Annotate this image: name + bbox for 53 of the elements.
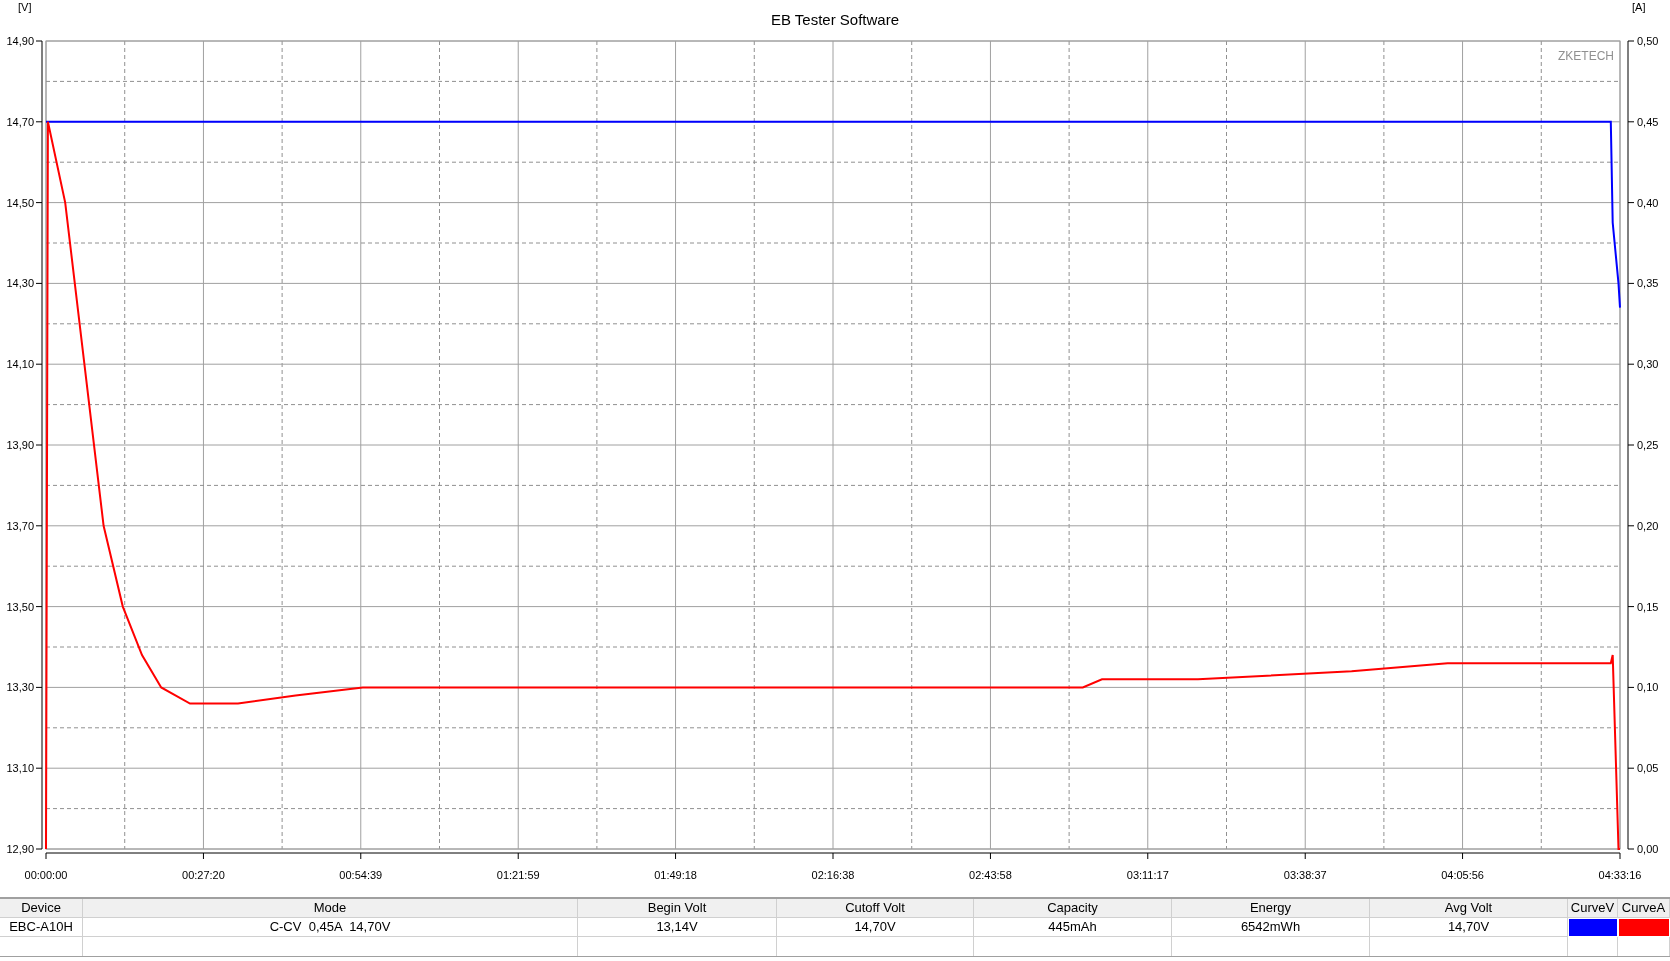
column-header: Capacity bbox=[974, 899, 1172, 918]
axis-tick-label: 14,10 bbox=[6, 358, 34, 371]
axis-tick-label: 0,00 bbox=[1637, 843, 1659, 855]
table-cell: C-CV 0,45A 14,70V bbox=[83, 918, 578, 937]
axis-tick-label: 0,10 bbox=[1637, 681, 1659, 694]
axis-tick-label: 01:21:59 bbox=[496, 869, 540, 881]
axis-tick-label: 14,30 bbox=[6, 277, 34, 290]
column-header: Device bbox=[0, 899, 83, 918]
axis-tick-label: 14,70 bbox=[6, 115, 34, 128]
axis-tick-label: 0,50 bbox=[1637, 35, 1659, 47]
axis-tick-label: 0,15 bbox=[1637, 600, 1659, 613]
table-cell: EBC-A10H bbox=[0, 918, 83, 937]
axis-tick-label: 0,30 bbox=[1637, 358, 1659, 371]
table-cell: 14,70V bbox=[1370, 918, 1568, 937]
column-header: Cutoff Volt bbox=[777, 899, 974, 918]
axis-tick-label: 00:00:00 bbox=[24, 869, 68, 881]
axis-tick-label: 0,05 bbox=[1637, 762, 1659, 775]
axis-tick-label: 0,25 bbox=[1637, 439, 1659, 451]
chart-title: EB Tester Software bbox=[770, 11, 900, 28]
table-cell: 14,70V bbox=[777, 918, 974, 937]
table-cell: 6542mWh bbox=[1172, 918, 1370, 937]
axis-tick-label: 02:43:58 bbox=[969, 869, 1012, 881]
axis-tick-label: 14,90 bbox=[6, 35, 34, 47]
axis-tick-label: 14,50 bbox=[6, 196, 34, 209]
column-header: Begin Volt bbox=[578, 899, 777, 918]
axis-tick-label: 12,90 bbox=[6, 843, 34, 855]
axis-tick-label: 02:16:38 bbox=[811, 869, 855, 881]
axis-tick-label: 13,30 bbox=[6, 681, 34, 694]
axis-tick-label: 04:33:16 bbox=[1598, 869, 1642, 881]
axis-tick-label: 01:49:18 bbox=[654, 869, 697, 881]
column-header: CurveA bbox=[1618, 899, 1670, 918]
axis-unit-label: [V] bbox=[18, 1, 32, 13]
axis-tick-label: 00:27:20 bbox=[182, 869, 225, 881]
axis-tick-label: 0,35 bbox=[1637, 277, 1659, 290]
table-cell: 13,14V bbox=[578, 918, 777, 937]
axis-tick-label: 13,90 bbox=[6, 439, 34, 451]
axis-tick-label: 13,10 bbox=[6, 762, 34, 775]
axis-tick-label: 0,40 bbox=[1637, 196, 1659, 209]
column-header: Avg Volt bbox=[1370, 899, 1568, 918]
axis-tick-label: 03:38:37 bbox=[1283, 869, 1327, 881]
table-cell: 445mAh bbox=[974, 918, 1172, 937]
axis-tick-label: 0,20 bbox=[1637, 519, 1659, 532]
column-header: Energy bbox=[1172, 899, 1370, 918]
axis-tick-label: 13,70 bbox=[6, 519, 34, 532]
axis-tick-label: 0,45 bbox=[1637, 115, 1659, 128]
axis-tick-label: 00:54:39 bbox=[339, 869, 383, 881]
axis-unit-label: [A] bbox=[1632, 1, 1646, 13]
axis-tick-label: 04:05:56 bbox=[1441, 869, 1484, 881]
column-header: CurveV bbox=[1568, 899, 1618, 918]
axis-tick-label: 13,50 bbox=[6, 600, 34, 613]
axis-tick-label: 03:11:17 bbox=[1126, 869, 1169, 881]
brand-label: ZKETECH bbox=[1558, 49, 1614, 63]
column-header: Mode bbox=[83, 899, 578, 918]
